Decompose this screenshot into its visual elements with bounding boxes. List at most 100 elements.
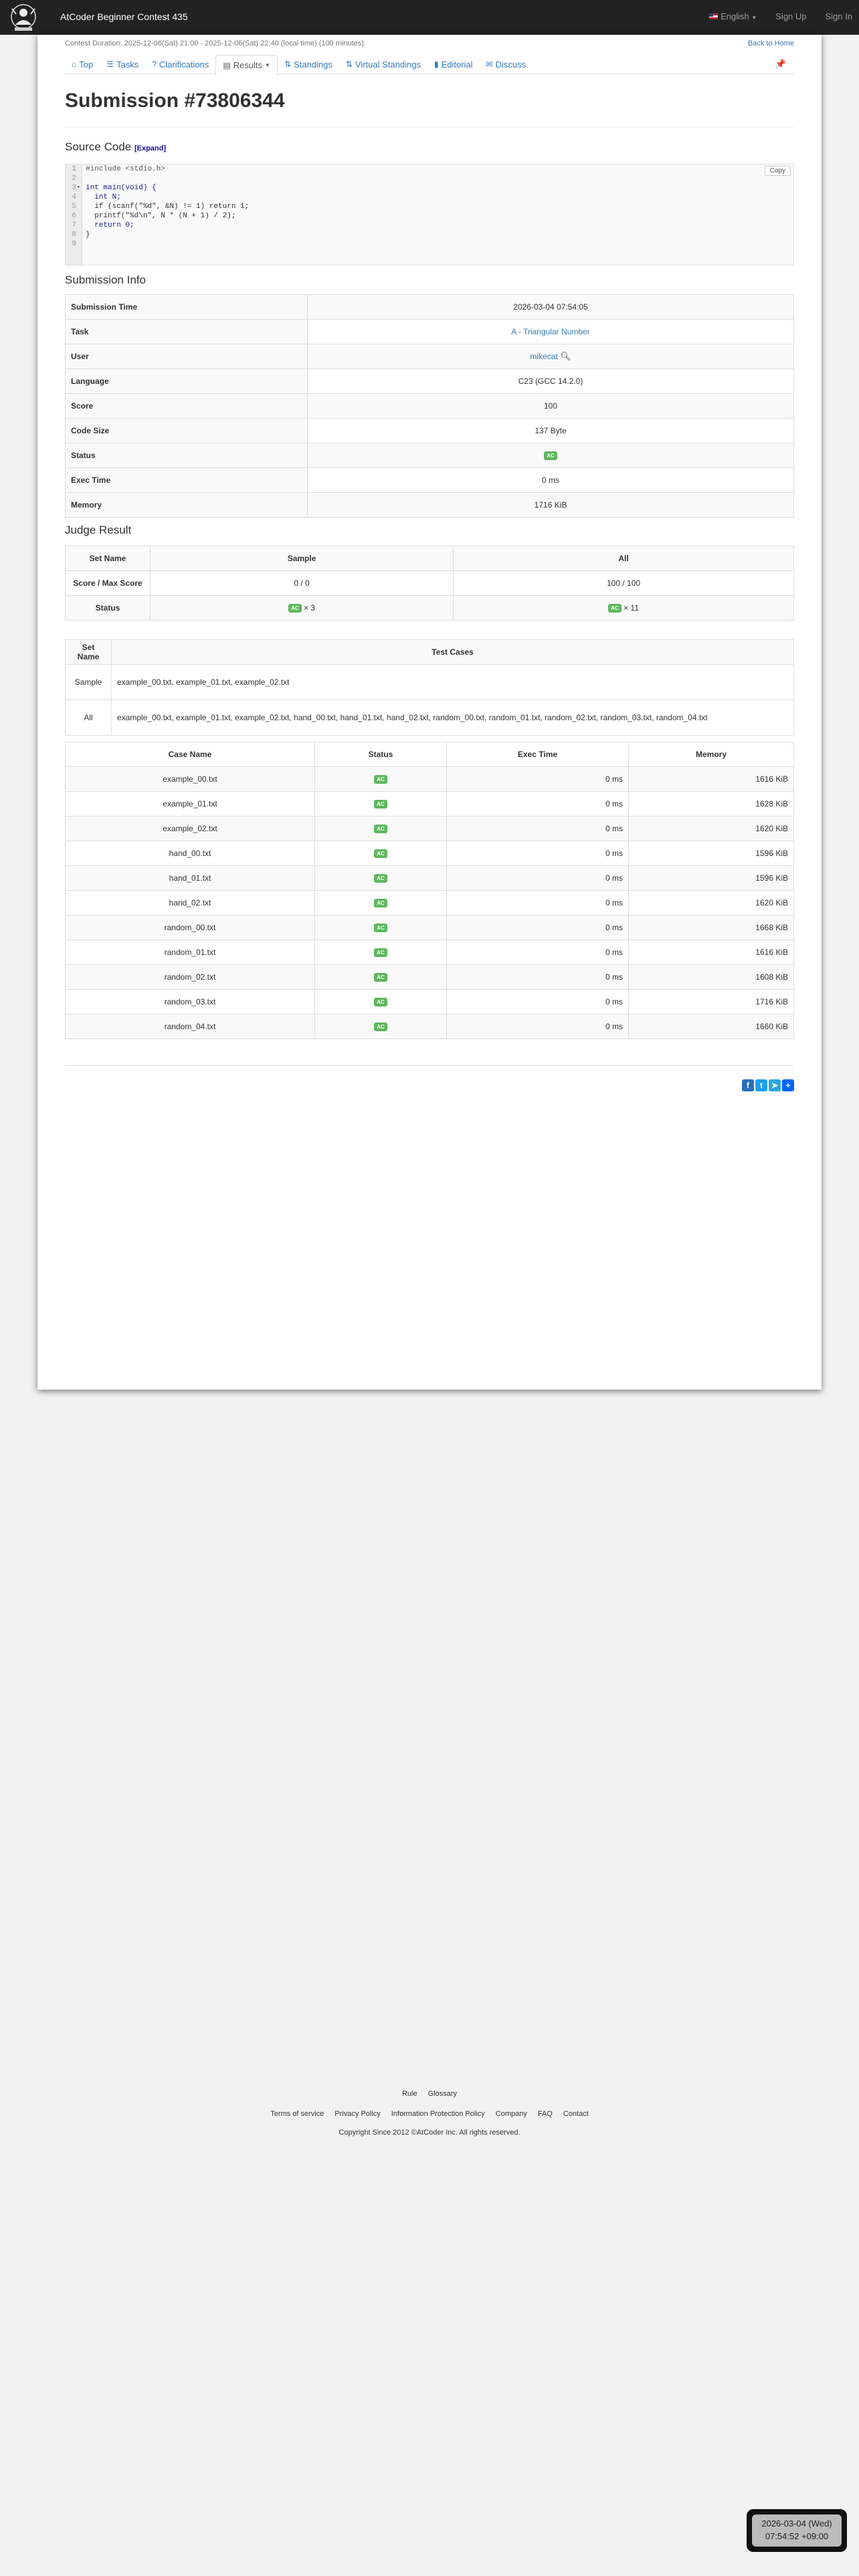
fold-toggle-icon[interactable]: ▾: [77, 183, 80, 193]
caret-down-icon: ▼: [265, 62, 270, 68]
submission-info-heading: Submission Info: [65, 274, 146, 286]
tab-clarifications[interactable]: ? Clarifications: [145, 55, 215, 74]
footer-link-contact[interactable]: Contact: [563, 2110, 589, 2118]
row-label: Score: [65, 393, 308, 419]
table-row: hand_02.txt AC 0 ms 1620 KiB: [65, 890, 794, 916]
table-row: example_02.txt AC 0 ms 1620 KiB: [65, 816, 794, 841]
contest-title-link[interactable]: AtCoder Beginner Contest 435: [60, 11, 188, 22]
status-badge: AC: [374, 800, 387, 809]
exec-time: 0 ms: [446, 766, 629, 792]
exec-time: 0 ms: [446, 1014, 629, 1039]
footer-links-secondary: Terms of service Privacy Policy Informatio…: [0, 2110, 859, 2118]
task-link[interactable]: A - Triangular Number: [511, 327, 589, 336]
table-row: Submission Time 2026-03-04 07:54:05: [65, 294, 794, 320]
case-name: example_02.txt: [65, 816, 315, 841]
clock-date: 2026-03-04 (Wed): [761, 2518, 832, 2529]
facebook-icon[interactable]: f: [742, 1079, 754, 1091]
language-value: C23 (GCC 14.2.0): [307, 368, 794, 394]
tab-editorial[interactable]: ▮ Editorial: [427, 55, 480, 74]
column-header: Test Cases: [111, 639, 794, 665]
navbar-right: English ▼ Sign Up Sign In: [709, 11, 852, 21]
status-badge: AC: [374, 899, 387, 907]
row-label: Task: [65, 319, 308, 344]
memory: 1660 KiB: [628, 1014, 794, 1039]
page-title: Submission #73806344: [65, 90, 285, 112]
table-row: Score 100: [65, 393, 794, 419]
code-text: int main(void) {: [86, 184, 157, 192]
footer-link-terms[interactable]: Terms of service: [270, 2110, 324, 2118]
tab-label: Discuss: [495, 59, 527, 70]
code-size-value: 137 Byte: [307, 418, 794, 443]
all-score: 100 / 100: [453, 570, 794, 596]
tab-tasks[interactable]: ☰ Tasks: [100, 55, 145, 74]
footer-link-glossary[interactable]: Glossary: [428, 2090, 457, 2098]
expand-link[interactable]: [Expand]: [134, 144, 166, 152]
tab-results[interactable]: ▤ Results ▼: [215, 55, 278, 76]
memory: 1716 KiB: [628, 989, 794, 1014]
memory: 1628 KiB: [628, 791, 794, 817]
tab-standings[interactable]: ⇅ Standings: [278, 55, 339, 74]
table-row: Language C23 (GCC 14.2.0): [65, 368, 794, 394]
twitter-icon[interactable]: t: [755, 1079, 767, 1091]
memory-value: 1716 KiB: [307, 492, 794, 518]
status-badge: AC: [374, 825, 387, 833]
footer-link-company[interactable]: Company: [496, 2110, 527, 2118]
memory: 1620 KiB: [628, 890, 794, 916]
table-row: hand_01.txt AC 0 ms 1596 KiB: [65, 865, 794, 891]
code-text: #include <stdio.h>: [86, 165, 165, 173]
memory: 1616 KiB: [628, 766, 794, 792]
memory: 1608 KiB: [628, 964, 794, 990]
sort-icon: ⇅: [284, 60, 292, 69]
divider: [65, 127, 794, 128]
source-code-block[interactable]: 1 #include <stdio.h> 2 3 ▾ int main(void) {…: [65, 164, 794, 265]
sign-up-link[interactable]: Sign Up: [775, 11, 806, 21]
share-plus-icon[interactable]: +: [782, 1079, 794, 1091]
exec-time: 0 ms: [446, 841, 629, 866]
tab-label: Standings: [294, 59, 332, 70]
sign-in-link[interactable]: Sign In: [826, 11, 852, 21]
row-label: Language: [65, 368, 308, 394]
memory: 1620 KiB: [628, 816, 794, 841]
home-icon: ⌂: [72, 60, 77, 69]
status-badge: AC: [374, 948, 387, 957]
footer-link-faq[interactable]: FAQ: [538, 2110, 553, 2118]
tab-discuss[interactable]: ✉ Discuss: [480, 55, 533, 74]
language-label: English: [721, 11, 749, 21]
language-dropdown[interactable]: English ▼: [709, 11, 757, 21]
case-name: example_00.txt: [65, 766, 315, 792]
atcoder-logo[interactable]: [7, 2, 40, 33]
row-label: Status: [65, 595, 151, 621]
column-header: Set Name: [65, 639, 112, 665]
status-badge: AC: [374, 973, 387, 982]
tab-label: Editorial: [441, 59, 473, 70]
telegram-icon[interactable]: ➤: [769, 1079, 781, 1091]
tab-top[interactable]: ⌂ Top: [65, 55, 100, 74]
fixed-clock: 2026-03-04 (Wed) 07:54:52 +09:00: [747, 2509, 847, 2552]
pin-icon[interactable]: 📌: [775, 59, 786, 70]
table-row: Status AC: [65, 443, 794, 468]
status-badge: AC: [288, 604, 302, 613]
table-row: example_01.txt AC 0 ms 1628 KiB: [65, 791, 794, 817]
column-header: Case Name: [65, 742, 315, 767]
footer-link-privacy[interactable]: Privacy Policy: [335, 2110, 380, 2118]
row-label: Status: [65, 443, 308, 468]
copy-button[interactable]: Copy: [764, 166, 791, 176]
table-header-row: Case Name Status Exec Time Memory: [65, 742, 794, 767]
user-link[interactable]: mikecat: [530, 352, 557, 361]
memory: 1596 KiB: [628, 841, 794, 866]
exec-time: 0 ms: [446, 940, 629, 965]
search-icon[interactable]: 🔍︎: [560, 351, 571, 361]
clock-display: 2026-03-04 (Wed) 07:54:52 +09:00: [752, 2514, 842, 2547]
footer-link-rule[interactable]: Rule: [402, 2090, 417, 2098]
case-name: random_04.txt: [65, 1014, 315, 1039]
footer-link-info-protection[interactable]: Information Protection Policy: [391, 2110, 485, 2118]
table-row: random_00.txt AC 0 ms 1668 KiB: [65, 915, 794, 940]
code-text: int N;: [86, 193, 121, 201]
table-row: random_01.txt AC 0 ms 1616 KiB: [65, 940, 794, 965]
contest-nav-tabs: ⌂ Top ☰ Tasks ? Clarifications ▤ Results ▼ ⇅ S…: [65, 55, 794, 76]
back-to-home-link[interactable]: Back to Home: [748, 39, 794, 47]
tab-virtual-standings[interactable]: ⇅ Virtual Standings: [339, 55, 427, 74]
table-row: hand_00.txt AC 0 ms 1596 KiB: [65, 841, 794, 866]
exec-time-value: 0 ms: [307, 467, 794, 493]
set-name: All: [65, 700, 112, 736]
